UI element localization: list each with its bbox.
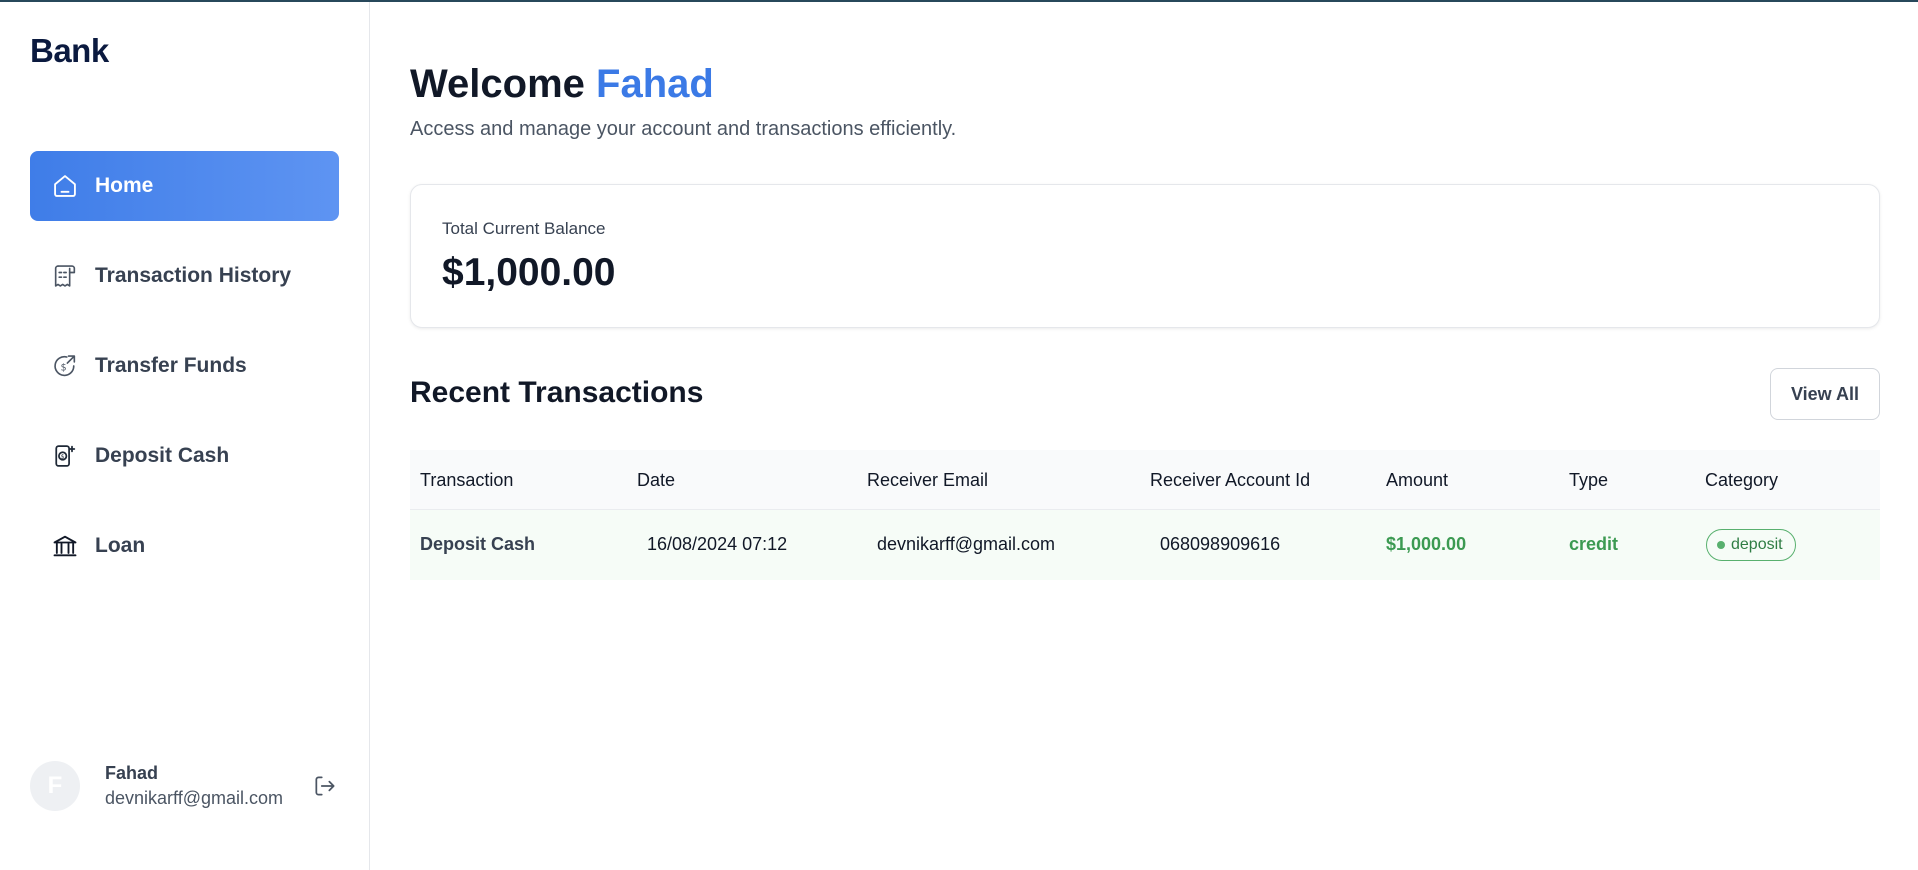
cell-type: credit: [1569, 534, 1619, 554]
balance-card: Total Current Balance $1,000.00: [410, 184, 1880, 328]
user-info: Fahad devnikarff@gmail.com: [105, 763, 283, 809]
user-profile: F Fahad devnikarff@gmail.com: [30, 759, 350, 813]
sidebar-item-deposit-cash[interactable]: $ Deposit Cash: [30, 421, 339, 491]
bank-building-icon: [50, 531, 80, 561]
sidebar-item-label: Transfer Funds: [95, 354, 247, 377]
user-email: devnikarff@gmail.com: [105, 787, 284, 808]
recent-transactions-title: Recent Transactions: [410, 376, 704, 409]
app-logo[interactable]: Bank: [30, 32, 109, 70]
column-header-type: Type: [1569, 470, 1609, 490]
sidebar-item-label: Transaction History: [95, 264, 292, 287]
view-all-button[interactable]: View All: [1770, 368, 1880, 420]
page-title: Welcome Fahad: [410, 62, 714, 107]
svg-text:$: $: [61, 454, 65, 460]
cell-amount: $1,000.00: [1386, 534, 1467, 554]
sidebar-nav: Home Transaction History $ Transfer Fund…: [30, 151, 339, 601]
cell-receiver-account-id: 068098909616: [1160, 534, 1281, 554]
column-header-transaction: Transaction: [420, 470, 514, 490]
balance-label: Total Current Balance: [442, 219, 606, 238]
column-header-amount: Amount: [1386, 470, 1449, 490]
deposit-phone-icon: $: [50, 441, 80, 471]
sidebar-item-label: Deposit Cash: [95, 444, 230, 467]
balance-value: $1,000.00: [442, 251, 616, 294]
column-header-date: Date: [637, 470, 676, 490]
transactions-table: Transaction Date Receiver Email Receiver…: [410, 450, 1880, 580]
page-subtitle: Access and manage your account and trans…: [410, 118, 957, 140]
sidebar: Bank Home Transaction History $ Transfer…: [0, 2, 370, 870]
category-badge: deposit: [1706, 529, 1796, 561]
sidebar-item-label: Loan: [95, 534, 146, 557]
sidebar-item-loan[interactable]: Loan: [30, 511, 339, 581]
cell-date: 16/08/2024 07:12: [647, 534, 788, 554]
svg-text:$: $: [61, 363, 67, 374]
cell-receiver-email: devnikarff@gmail.com: [877, 534, 1056, 554]
category-label: deposit: [1731, 536, 1783, 553]
column-header-receiver-account-id: Receiver Account Id: [1150, 470, 1311, 490]
receipt-icon: [50, 261, 80, 291]
sidebar-item-transaction-history[interactable]: Transaction History: [30, 241, 339, 311]
home-icon: [50, 171, 80, 201]
user-name: Fahad: [105, 762, 159, 783]
category-dot-icon: [1717, 541, 1725, 549]
cell-transaction: Deposit Cash: [420, 534, 536, 554]
table-row[interactable]: Deposit Cash 16/08/2024 07:12 devnikarff…: [410, 510, 1880, 580]
welcome-prefix: Welcome: [410, 62, 585, 106]
sidebar-item-transfer-funds[interactable]: $ Transfer Funds: [30, 331, 339, 401]
dollar-transfer-icon: $: [50, 351, 80, 381]
column-header-receiver-email: Receiver Email: [867, 470, 989, 490]
welcome-user-name: Fahad: [596, 62, 714, 106]
sidebar-item-home[interactable]: Home: [30, 151, 339, 221]
column-header-category: Category: [1705, 470, 1779, 490]
logout-icon[interactable]: [312, 773, 338, 799]
sidebar-item-label: Home: [95, 174, 154, 197]
avatar[interactable]: F: [30, 761, 80, 811]
table-header: Transaction Date Receiver Email Receiver…: [410, 450, 1880, 510]
